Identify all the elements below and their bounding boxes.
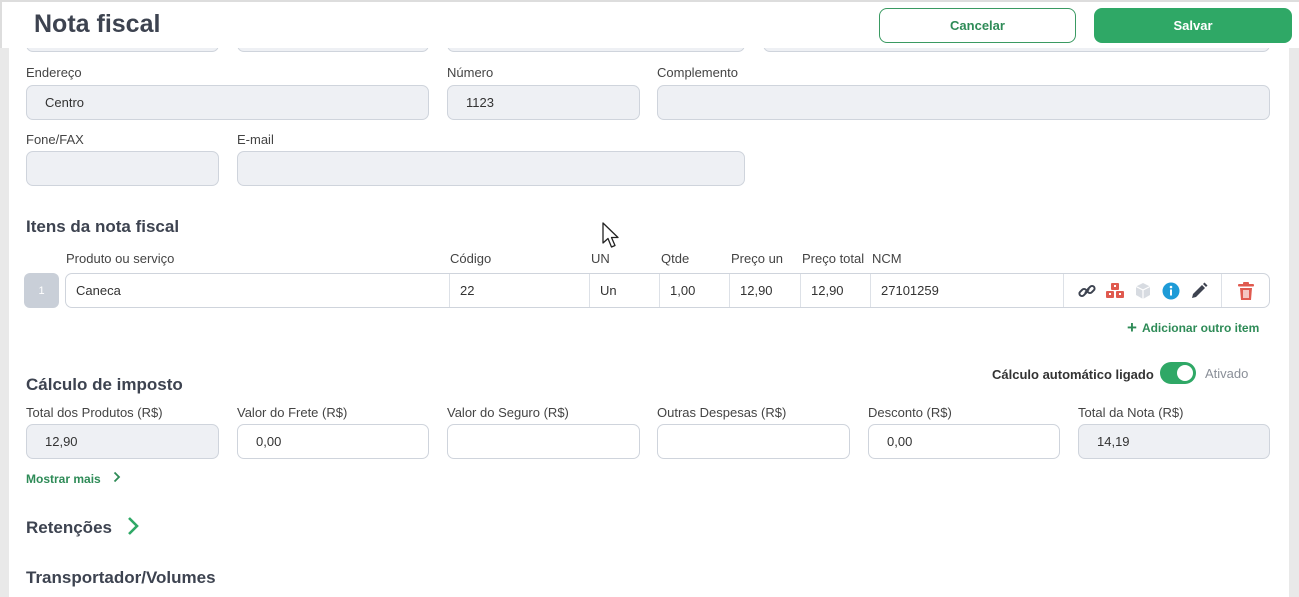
col-qtde: Qtde xyxy=(661,251,690,266)
complemento-field[interactable] xyxy=(657,85,1270,120)
mouse-cursor-icon xyxy=(602,222,622,253)
total-produtos-field: 12,90 xyxy=(26,424,219,459)
tax-section-title: Cálculo de imposto xyxy=(26,375,183,394)
link-icon[interactable] xyxy=(1076,280,1098,302)
frete-field[interactable]: 0,00 xyxy=(237,424,429,459)
seguro-field[interactable] xyxy=(447,424,640,459)
outras-despesas-label: Outras Despesas (R$) xyxy=(657,405,787,420)
page-title: Nota fiscal xyxy=(34,10,161,38)
auto-calc-state: Ativado xyxy=(1205,366,1249,381)
trash-icon[interactable] xyxy=(1235,280,1257,302)
fone-field[interactable] xyxy=(26,151,219,186)
col-ncm: NCM xyxy=(872,251,902,266)
endereco-label: Endereço xyxy=(26,65,82,80)
items-section-title: Itens da nota fiscal xyxy=(26,217,180,236)
desconto-label: Desconto (R$) xyxy=(868,405,952,420)
item-actions xyxy=(1076,274,1216,307)
item-preco-un-input[interactable]: 12,90 xyxy=(730,274,801,307)
col-preco-un: Preço un xyxy=(731,251,784,266)
header-bar: Nota fiscal Cancelar Salvar xyxy=(0,0,1299,48)
transportador-section-title[interactable]: Transportador/Volumes xyxy=(26,568,216,588)
numero-label: Número xyxy=(447,65,494,80)
actions-divider xyxy=(1221,274,1222,307)
seguro-label: Valor do Seguro (R$) xyxy=(447,405,569,420)
col-un: UN xyxy=(591,251,610,266)
item-codigo-input[interactable]: 22 xyxy=(450,274,590,307)
chevron-right-icon[interactable] xyxy=(126,515,140,540)
total-produtos-label: Total dos Produtos (R$) xyxy=(26,405,163,420)
plus-icon: + xyxy=(1127,318,1137,337)
item-index-badge: 1 xyxy=(24,273,59,308)
desconto-field[interactable]: 0,00 xyxy=(868,424,1060,459)
item-produto-input[interactable]: Caneca xyxy=(66,274,450,307)
retencoes-section-title[interactable]: Retenções xyxy=(26,518,112,538)
add-item-label: Adicionar outro item xyxy=(1141,321,1260,335)
auto-calc-toggle[interactable] xyxy=(1160,362,1196,384)
item-ncm-input[interactable]: 27101259 xyxy=(871,274,1064,307)
toggle-knob xyxy=(1177,365,1193,381)
info-icon[interactable] xyxy=(1160,280,1182,302)
numero-field[interactable]: 1123 xyxy=(447,85,640,120)
total-nota-label: Total da Nota (R$) xyxy=(1078,405,1184,420)
show-more-label: Mostrar mais xyxy=(26,471,101,486)
item-un-input[interactable]: Un xyxy=(590,274,660,307)
cancel-button[interactable]: Cancelar xyxy=(879,8,1076,43)
pencil-icon[interactable] xyxy=(1188,280,1210,302)
col-preco-total: Preço total xyxy=(802,251,865,266)
frete-label: Valor do Frete (R$) xyxy=(237,405,348,420)
col-codigo: Código xyxy=(450,251,492,266)
item-qtde-input[interactable]: 1,00 xyxy=(660,274,730,307)
col-produto: Produto ou serviço xyxy=(66,251,175,266)
email-label: E-mail xyxy=(237,132,274,147)
chevron-right-icon xyxy=(113,471,121,486)
table-row: Caneca 22 Un 1,00 12,90 12,90 27101259 xyxy=(65,273,1270,308)
email-field[interactable] xyxy=(237,151,745,186)
boxes-icon[interactable] xyxy=(1104,280,1126,302)
outras-despesas-field[interactable] xyxy=(657,424,850,459)
complemento-label: Complemento xyxy=(657,65,738,80)
show-more-link[interactable]: Mostrar mais xyxy=(26,471,121,486)
endereco-field[interactable]: Centro xyxy=(26,85,429,120)
fone-label: Fone/FAX xyxy=(26,132,84,147)
package-icon[interactable] xyxy=(1132,280,1154,302)
total-nota-field: 14,19 xyxy=(1078,424,1270,459)
save-button[interactable]: Salvar xyxy=(1094,8,1292,43)
item-preco-total-input[interactable]: 12,90 xyxy=(801,274,871,307)
add-item-link[interactable]: + Adicionar outro item xyxy=(1127,318,1260,337)
auto-calc-label: Cálculo automático ligado xyxy=(992,367,1154,382)
